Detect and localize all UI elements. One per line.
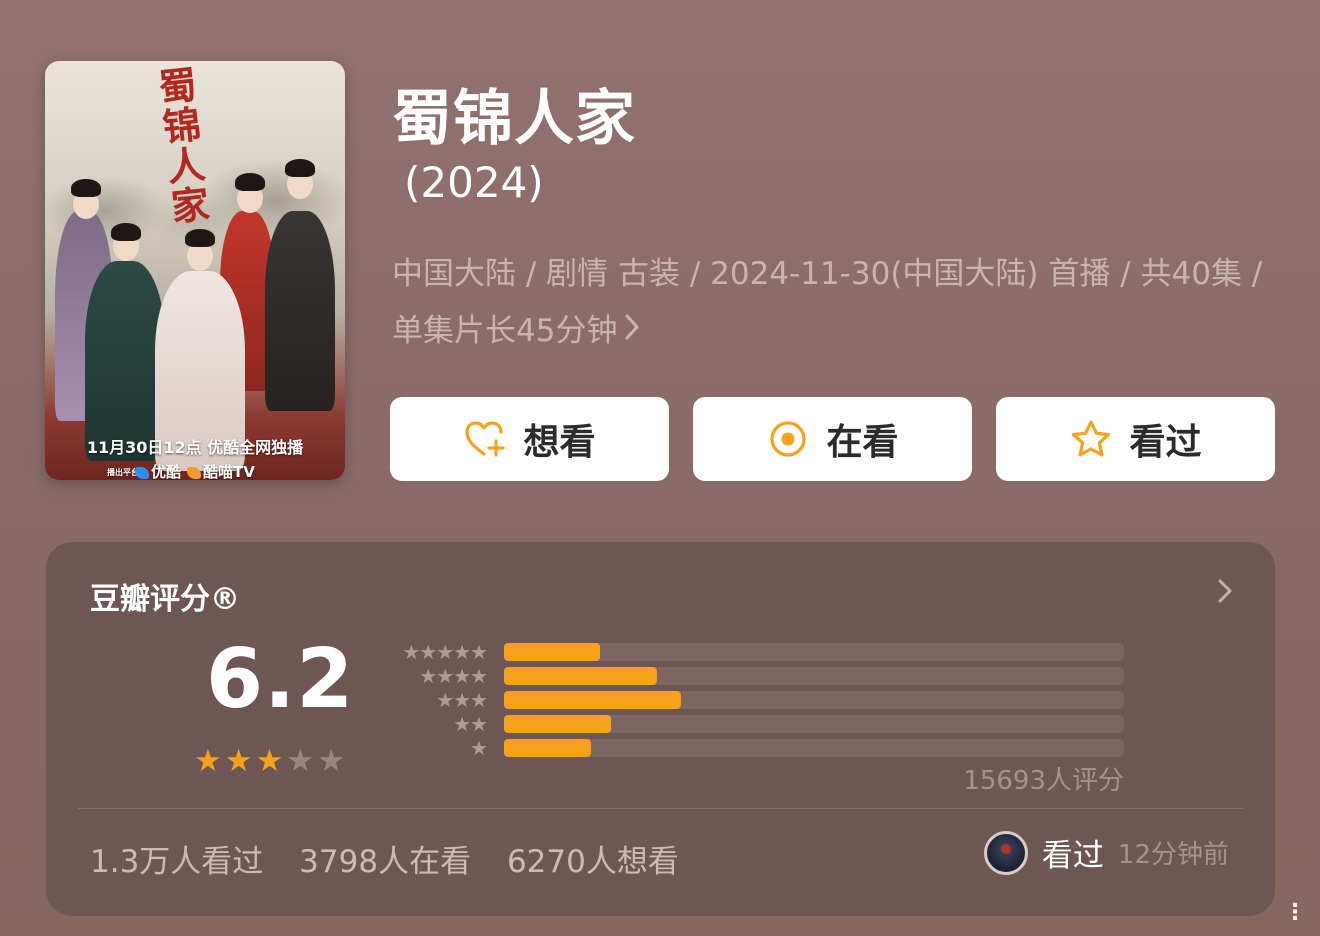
poster-hair — [111, 223, 141, 241]
meta-info-text: 中国大陆 / 剧情 古装 / 2024-11-30(中国大陆) 首播 / 共40… — [392, 256, 1263, 349]
watched-label: 看过 — [1129, 422, 1202, 463]
distribution-bar-track-2 — [504, 715, 1124, 733]
star-empty-icon: ★ — [317, 743, 345, 779]
star-outline-icon — [1069, 417, 1113, 461]
distribution-bar-track-3 — [504, 691, 1124, 709]
distribution-bar-5 — [504, 643, 601, 661]
distribution-bar-track-5 — [504, 643, 1124, 661]
distribution-bar-1 — [504, 739, 591, 757]
distribution-bar-3 — [504, 691, 681, 709]
poster-hair — [71, 179, 101, 197]
watched-count: 1.3万人看过 — [90, 844, 264, 880]
rating-stars: ★ ★ ★ ★ ★ — [194, 744, 345, 778]
chevron-right-icon[interactable] — [1215, 576, 1235, 606]
my-status-label: 看过 — [1041, 838, 1104, 874]
poster-figure — [85, 261, 165, 461]
more-icon[interactable]: ⋮ — [1284, 902, 1306, 924]
poster-platform-1: 优酷 — [151, 463, 182, 480]
distribution-star-label-4: ★★★★ — [419, 664, 488, 688]
kumiao-logo-icon — [187, 466, 202, 479]
want-to-watch-button[interactable]: 想看 — [390, 397, 669, 481]
distribution-star-label-2: ★★ — [453, 712, 488, 736]
distribution-bar-2 — [504, 715, 611, 733]
poster-platforms: 播出平台 优酷 酷喵TV — [107, 461, 255, 480]
distribution-star-labels: ★★★★★ ★★★★ ★★★ ★★ ★ — [402, 640, 488, 760]
poster-figure — [265, 211, 335, 411]
avatar — [983, 830, 1028, 875]
watching-label: 在看 — [826, 422, 899, 463]
divider — [78, 808, 1243, 809]
poster-hair — [235, 173, 265, 191]
poster-platform-2: 酷喵TV — [203, 463, 255, 480]
star-filled-icon: ★ — [255, 743, 284, 779]
record-circle-icon — [766, 417, 810, 461]
rating-title: 豆瓣评分® — [90, 582, 240, 617]
poster-platform-prefix: 播出平台 — [107, 468, 139, 477]
star-filled-icon: ★ — [224, 743, 253, 779]
page-title: 蜀锦人家 — [392, 84, 636, 154]
poster-image[interactable]: 蜀锦人家 11月30日12点 优酷全网独播 播出平台 优酷 酷喵TV — [45, 61, 345, 480]
poster-hair — [185, 229, 215, 247]
poster-caption: 11月30日12点 优酷全网独播 — [86, 438, 304, 457]
page: 蜀锦人家 11月30日12点 优酷全网独播 播出平台 优酷 酷喵TV 蜀锦人家 (2… — [0, 0, 1320, 936]
distribution-star-label-3: ★★★ — [436, 688, 488, 712]
watching-count: 3798人在看 — [299, 844, 472, 880]
distribution-bar-4 — [504, 667, 658, 685]
chevron-right-icon — [625, 314, 639, 340]
meta-info-link[interactable]: 中国大陆 / 剧情 古装 / 2024-11-30(中国大陆) 首播 / 共40… — [392, 246, 1272, 360]
distribution-star-label-1: ★ — [470, 736, 488, 760]
stats-row: 1.3万人看过 3798人在看 6270人想看 — [90, 836, 705, 881]
distribution-bar-track-1 — [504, 739, 1124, 757]
rating-distribution-bars — [504, 643, 1124, 763]
my-status[interactable]: 看过 12分钟前 — [983, 830, 1229, 875]
heart-plus-icon — [463, 417, 507, 461]
rating-count: 15693人评分 — [963, 766, 1124, 796]
want-to-watch-label: 想看 — [523, 422, 596, 463]
distribution-star-label-5: ★★★★★ — [402, 640, 488, 664]
watched-button[interactable]: 看过 — [996, 397, 1275, 481]
watching-button[interactable]: 在看 — [693, 397, 972, 481]
star-filled-icon: ★ — [194, 743, 222, 779]
rating-card[interactable]: 豆瓣评分® 6.2 ★ ★ ★ ★ ★ ★★★★★ ★★★★ ★★★ ★★ ★ 15693人评分… — [46, 542, 1275, 916]
youku-logo-icon — [135, 466, 149, 479]
release-year: (2024) — [404, 158, 544, 207]
poster-hair — [285, 159, 315, 177]
my-status-time: 12分钟前 — [1117, 840, 1229, 870]
want-count: 6270人想看 — [506, 844, 679, 880]
rating-score: 6.2 — [206, 632, 355, 727]
distribution-bar-track-4 — [504, 667, 1124, 685]
star-empty-icon: ★ — [286, 743, 315, 779]
